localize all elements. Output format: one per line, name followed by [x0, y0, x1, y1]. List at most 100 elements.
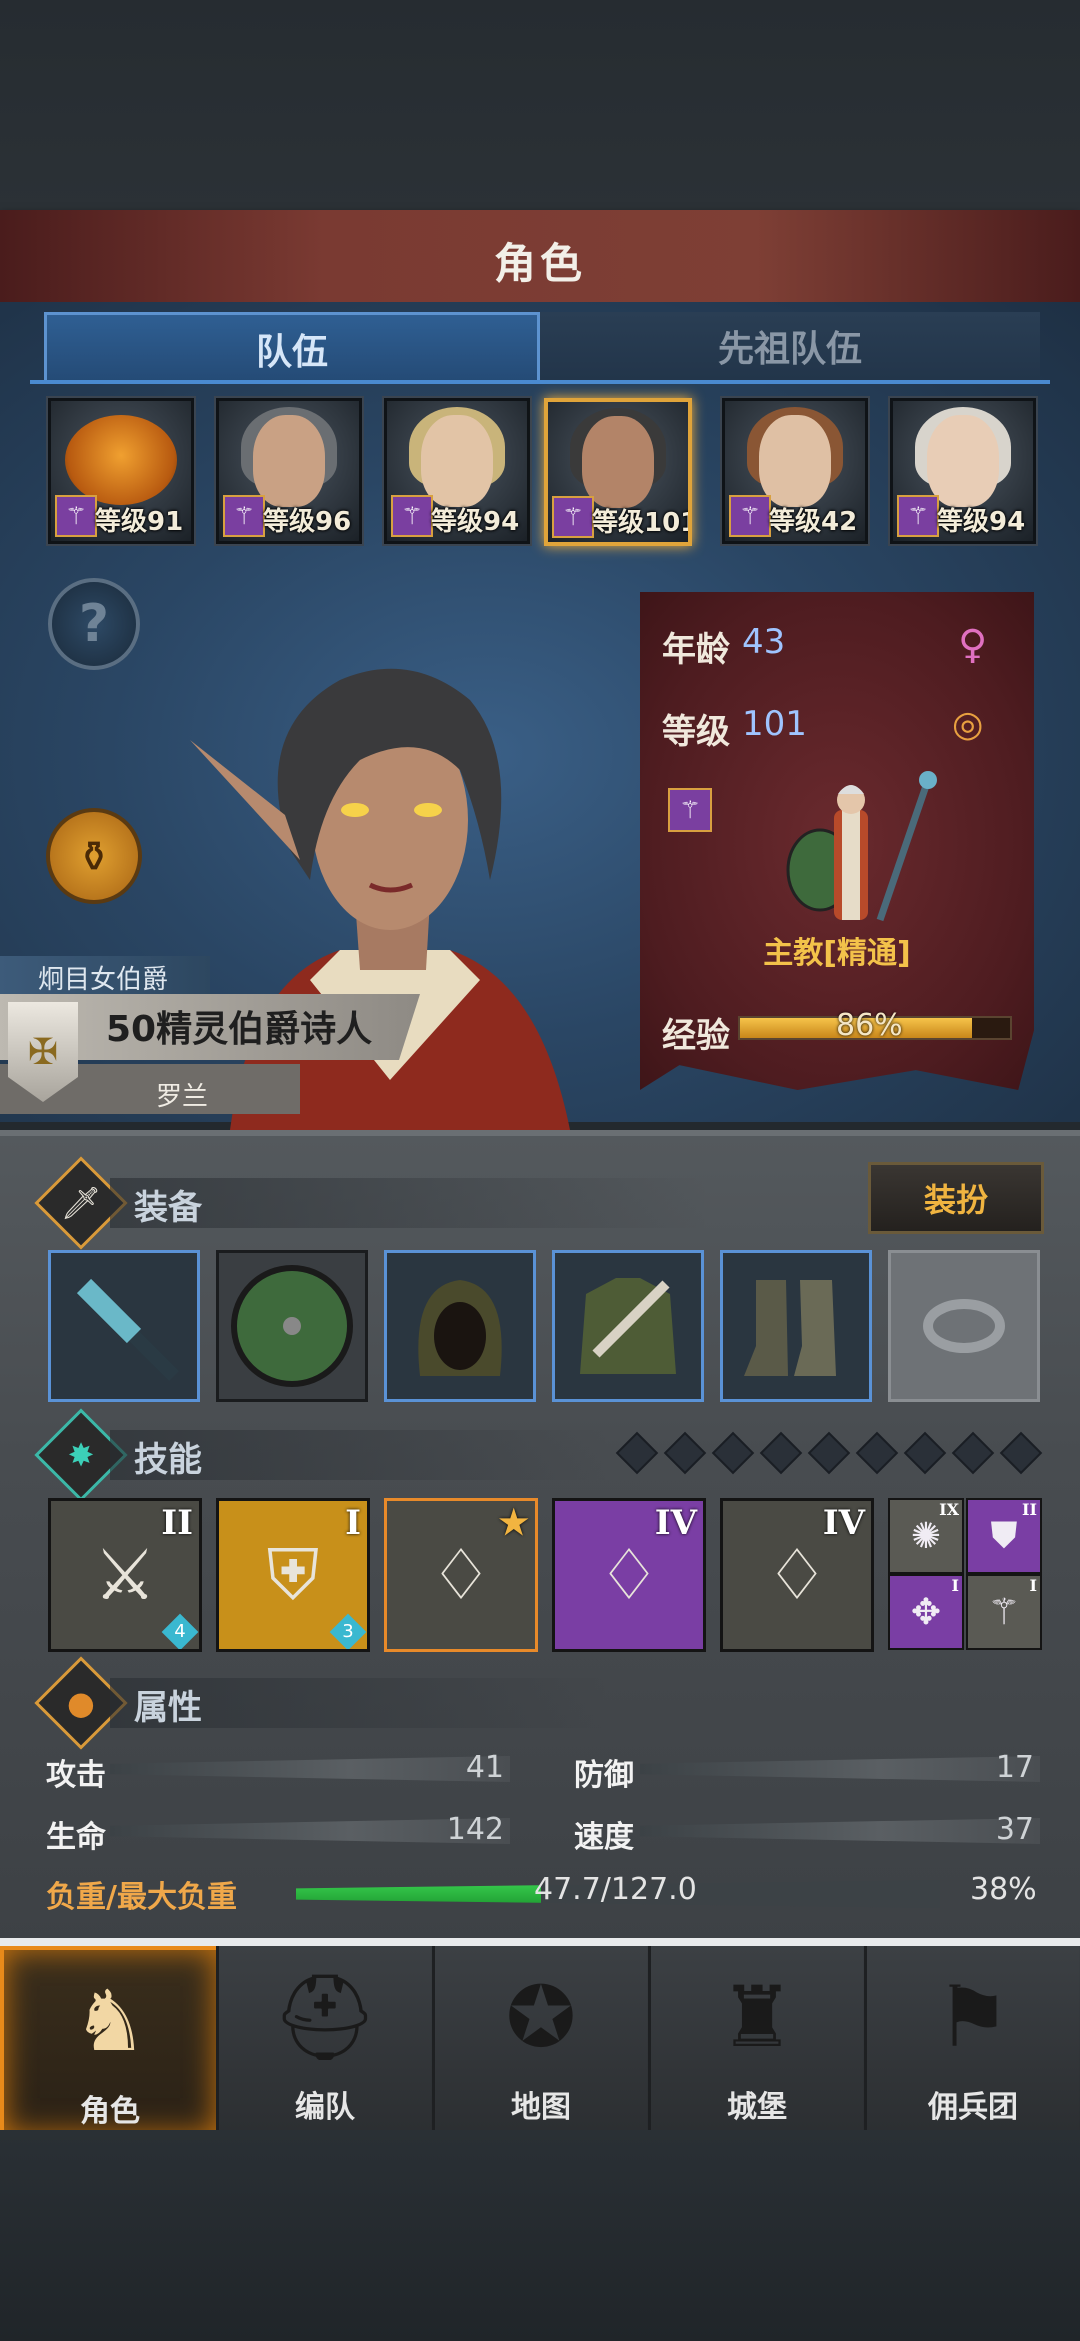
bishop-figure [786, 771, 937, 922]
potion-button[interactable]: ⚱ [46, 808, 142, 904]
level-value: 101 [742, 704, 807, 744]
mace-icon [76, 1278, 179, 1381]
help-button[interactable]: ? [48, 578, 140, 670]
equip-slot-weapon[interactable] [48, 1250, 200, 1402]
nav-label: 佣兵团 [928, 2090, 1018, 2125]
tab-underline [30, 380, 1050, 384]
hero-level: 等级91 [95, 507, 184, 537]
age-value: 43 [742, 622, 786, 662]
face [582, 416, 654, 508]
knight-icon: ♞ [72, 1972, 148, 2070]
hero-level: 等级94 [431, 507, 520, 537]
question-icon: ? [78, 594, 110, 654]
page-title: 角色 [493, 239, 586, 288]
defense-label: 防御 [574, 1758, 634, 1793]
pumpkin-portrait [65, 415, 177, 505]
equip-slot-feet[interactable] [720, 1250, 872, 1402]
attack-label: 攻击 [46, 1758, 106, 1793]
skill-rank: II [161, 1503, 193, 1543]
skill-gem: 3 [329, 1613, 367, 1649]
dress-up-button[interactable]: 装扮 [868, 1162, 1044, 1234]
character-name[interactable]: 50精灵伯爵诗人 [106, 1000, 372, 1052]
hero-card-pumpkin[interactable]: ⚚ 等级91 [48, 398, 194, 544]
hero-level: 等级42 [769, 507, 858, 537]
minor-skill-2[interactable]: ⛊ II [966, 1498, 1042, 1574]
minor-skill-1[interactable]: ✺ IX [888, 1498, 964, 1574]
potion-icon: ⚱ [76, 831, 112, 881]
skill-rank: IX [939, 1500, 959, 1519]
minor-skill-4[interactable]: ⚚ I [966, 1574, 1042, 1650]
face [927, 415, 999, 507]
tunic-icon [580, 1278, 676, 1374]
castle-icon: ♜ [719, 1968, 795, 2066]
defense-value: 17 [995, 1750, 1034, 1785]
nav-mercenary[interactable]: ⚑ 佣兵团 [864, 1946, 1079, 2130]
skill-slot-2[interactable]: ⛨ I 3 [216, 1498, 370, 1652]
minor-skill-3[interactable]: ✥ I [888, 1574, 964, 1650]
staff-class-icon: ⚚ [897, 495, 939, 537]
equip-slot-offhand[interactable] [216, 1250, 368, 1402]
hero-card-2[interactable]: ⚚ 等级96 [216, 398, 362, 544]
female-icon: ♀ [958, 622, 988, 668]
equip-slot-ring-empty[interactable] [888, 1250, 1040, 1402]
staff-class-icon: ⚚ [391, 495, 433, 537]
ring-icon[interactable]: ◎ [952, 704, 983, 745]
equip-slot-body[interactable] [552, 1250, 704, 1402]
star-burst-icon: ✸ [67, 1436, 95, 1474]
staff-class-icon: ⚚ [552, 496, 594, 538]
hero-card-5[interactable]: ⚚ 等级42 [722, 398, 868, 544]
character-title-plate: 炯目女伯爵 [0, 956, 210, 998]
speed-value: 37 [995, 1812, 1034, 1847]
equipment-title: 装备 [134, 1188, 202, 1228]
hero-level: 等级94 [937, 507, 1026, 537]
bottom-background [0, 2130, 1080, 2341]
staff-class-icon: ⚚ [668, 788, 712, 832]
skill-gem-count: 3 [342, 1621, 354, 1642]
skill-slot-3[interactable]: ♢ ★ [384, 1498, 538, 1652]
star-icon: ★ [498, 1503, 529, 1543]
skill-slot-1[interactable]: ⚔ II 4 [48, 1498, 202, 1652]
skill-rank: II [1022, 1500, 1037, 1519]
load-value: 47.7/127.0 [534, 1872, 697, 1907]
helmet-icon: ⛑ [271, 1968, 379, 2066]
banner-icon: ⚑ [935, 1968, 1011, 2066]
nav-label: 城堡 [727, 2090, 787, 2125]
speed-label: 速度 [574, 1820, 634, 1855]
exp-percent: 86% [836, 1008, 903, 1043]
nav-label: 地图 [511, 2090, 571, 2125]
staff-class-icon: ⚚ [223, 495, 265, 537]
nav-map[interactable]: ✪ 地图 [432, 1946, 647, 2130]
top-background [0, 0, 1080, 210]
nav-castle[interactable]: ♜ 城堡 [648, 1946, 863, 2130]
tab-ancestor-team[interactable]: 先祖队伍 [540, 312, 1040, 380]
staff-class-icon: ⚚ [729, 495, 771, 537]
character-subtitle: 罗兰 [156, 1082, 209, 1112]
nav-formation[interactable]: ⛑ 编队 [216, 1946, 431, 2130]
character-title: 炯目女伯爵 [38, 964, 169, 995]
nav-label: 编队 [295, 2090, 355, 2125]
skill-gem-count: 4 [174, 1621, 186, 1642]
hp-value: 142 [446, 1812, 504, 1847]
face [253, 415, 325, 507]
exp-label: 经验 [662, 1016, 730, 1056]
skill-slot-4[interactable]: ♢ IV [552, 1498, 706, 1652]
hero-card-6[interactable]: ⚚ 等级94 [890, 398, 1036, 544]
ring-slot-icon [923, 1299, 1005, 1353]
shield-icon [231, 1265, 353, 1387]
skill-slot-5[interactable]: ♢ IV [720, 1498, 874, 1652]
tab-team[interactable]: 队伍 [44, 312, 540, 383]
title-banner: 角色 [0, 210, 1080, 306]
boots-icon [744, 1280, 836, 1376]
dagger-icon: 🗡 [60, 1184, 102, 1222]
load-percent: 38% [970, 1872, 1037, 1907]
attributes-title: 属性 [134, 1688, 202, 1728]
equip-slot-head[interactable] [384, 1250, 536, 1402]
hero-card-selected[interactable]: ⚚ 等级101 [544, 398, 692, 546]
nav-character[interactable]: ♞ 角色 [0, 1946, 220, 2138]
level-label: 等级 [662, 712, 730, 752]
hero-level: 等级96 [263, 507, 352, 537]
skills-title: 技能 [134, 1440, 202, 1480]
hp-label: 生命 [46, 1820, 106, 1855]
load-label: 负重/最大负重 [46, 1880, 237, 1915]
hero-card-3[interactable]: ⚚ 等级94 [384, 398, 530, 544]
